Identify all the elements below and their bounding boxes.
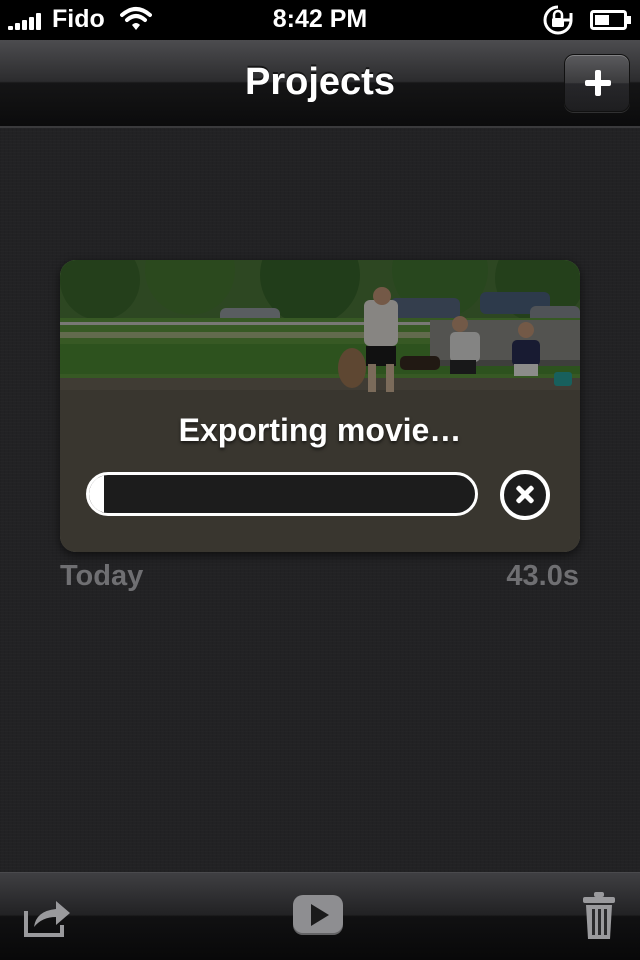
share-icon[interactable] <box>22 895 74 939</box>
export-progress-fill <box>89 475 105 513</box>
navigation-bar: Projects <box>0 40 640 128</box>
projects-screen: Fido 8:42 PM Projects Exporting movie… T… <box>0 0 640 960</box>
battery-icon <box>590 10 631 30</box>
page-title: Projects <box>245 61 395 103</box>
play-button[interactable] <box>293 895 343 935</box>
export-status-label: Exporting movie… <box>178 412 462 448</box>
status-bar: Fido 8:42 PM <box>0 0 640 40</box>
rotation-lock-icon <box>543 5 573 35</box>
trash-icon[interactable] <box>582 891 616 941</box>
project-duration: 43.0s <box>506 560 579 592</box>
cancel-export-button[interactable] <box>500 470 550 520</box>
bottom-toolbar <box>0 872 640 960</box>
project-card[interactable]: Exporting movie… <box>60 260 580 552</box>
add-project-button[interactable] <box>564 54 630 112</box>
export-progress-bar <box>86 472 478 516</box>
project-date: Today <box>60 560 144 592</box>
